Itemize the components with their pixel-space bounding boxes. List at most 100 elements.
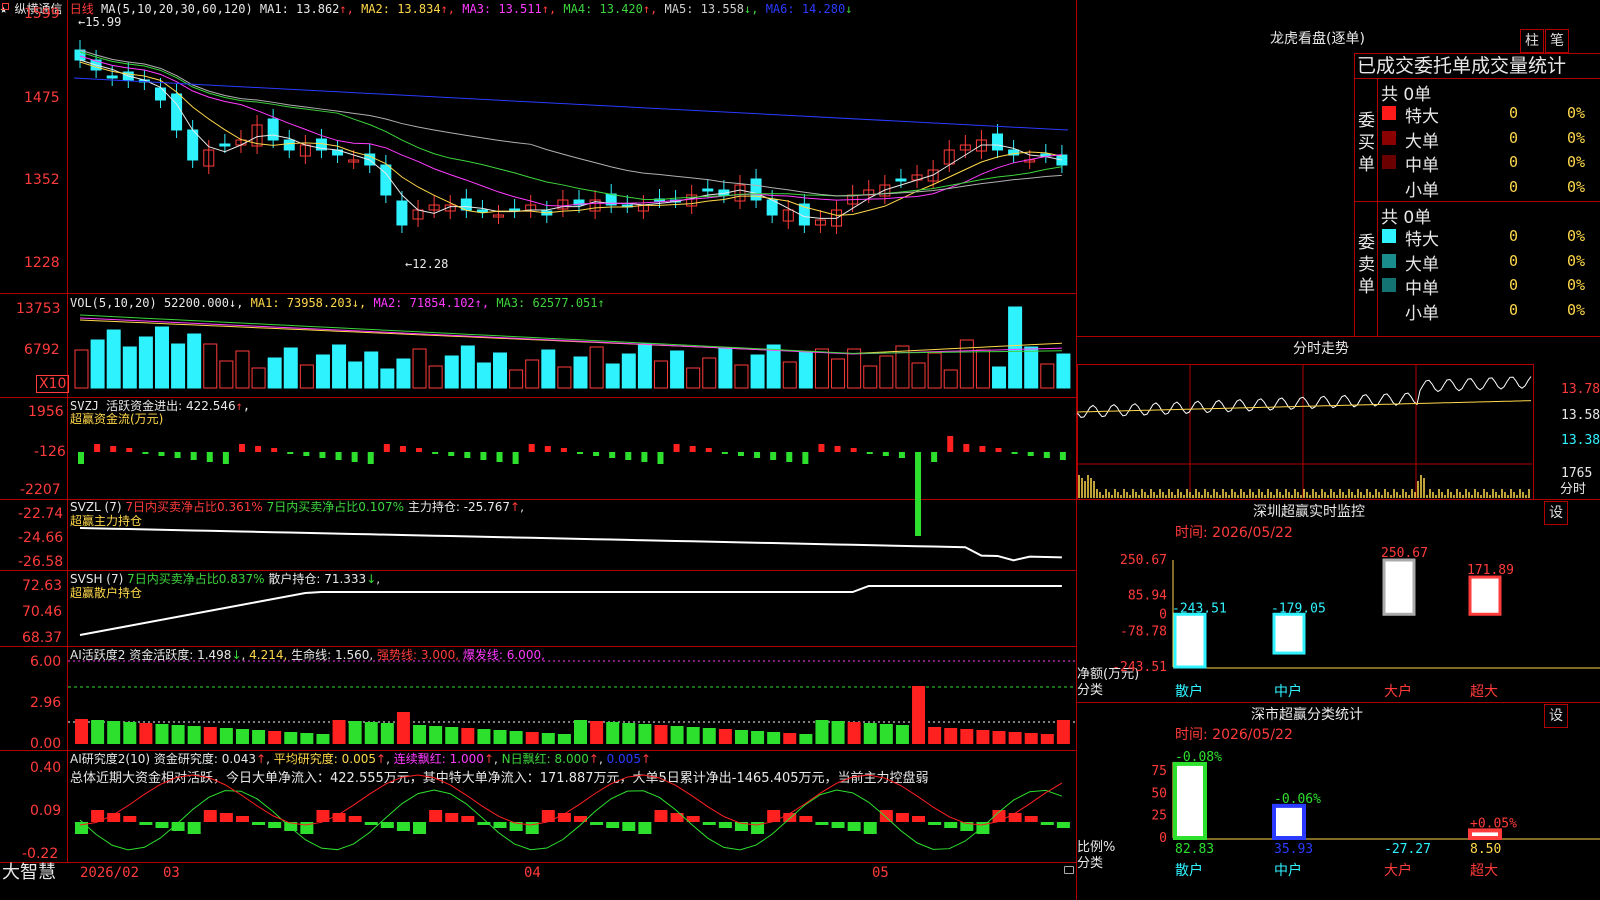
- price-axis-1352: 1352: [24, 172, 60, 188]
- research-bar: [718, 822, 732, 828]
- sz-monitor-value-label: -179.05: [1271, 601, 1326, 616]
- sz-class-bar: [1468, 828, 1502, 841]
- activity-bar: [171, 725, 185, 744]
- activity-bar: [944, 728, 958, 744]
- volume-bar: [1056, 353, 1071, 389]
- volume-bar: [782, 361, 797, 389]
- buy-color-swatch: [1382, 130, 1396, 145]
- fund-flow-bar: [1011, 452, 1018, 454]
- volume-bar: [106, 329, 121, 389]
- fund-flow-bar: [351, 452, 358, 462]
- activity-bar: [348, 721, 362, 744]
- research-bar: [493, 822, 507, 828]
- fund-flow-bar: [818, 444, 825, 452]
- fund-flow-bar: [432, 452, 439, 454]
- sz-monitor-bar: [1173, 612, 1207, 669]
- research-bar: [622, 822, 636, 831]
- ma1-line: [79, 59, 1063, 219]
- research-bar: [590, 822, 604, 825]
- candle-body: [895, 178, 907, 182]
- sell-pct: 0%: [1567, 251, 1586, 270]
- longhu-tabs[interactable]: 已成交委托单成交量统计: [1357, 54, 1566, 78]
- svzj-axis-bot: -2207: [20, 482, 61, 498]
- volume-bar: [847, 348, 862, 389]
- bar-view-button[interactable]: 柱: [1520, 29, 1544, 53]
- research-bar: [139, 822, 153, 825]
- sz-class-settings-button[interactable]: 设: [1544, 704, 1568, 728]
- sz-monitor-settings-button[interactable]: 设: [1544, 501, 1568, 525]
- activity-bar: [992, 731, 1006, 744]
- activity-bar: [187, 726, 201, 744]
- buy-pct: 0%: [1567, 104, 1586, 122]
- activity-bar: [509, 731, 523, 744]
- volume-bar: [476, 362, 491, 389]
- fund-flow-bar: [979, 446, 986, 452]
- right-panels: 龙虎看盘(逐单) 柱 笔 已成交委托单成交量统计 委买单 委卖单 共 0单 共 …: [1077, 0, 1600, 900]
- volume-bar: [766, 344, 781, 389]
- sz-class-change-label: -0.08%: [1175, 750, 1222, 765]
- brand-label[interactable]: 大智慧: [2, 863, 56, 883]
- sell-color-swatch: [1382, 253, 1396, 268]
- kline-chart-svg[interactable]: [68, 0, 1076, 900]
- sell-name: 特大: [1405, 230, 1439, 250]
- sz-class-value-label: 35.93: [1274, 842, 1313, 857]
- price-axis-1599: 1599: [24, 6, 60, 22]
- research-bar: [1040, 822, 1054, 825]
- activity-bar: [364, 722, 378, 744]
- sell-color-swatch: [1382, 229, 1396, 243]
- volume-axis-top: 13753: [16, 301, 61, 317]
- main-position-line: [79, 527, 1062, 562]
- volume-bar: [718, 347, 733, 389]
- svsh-axis-mid: 70.46: [22, 604, 63, 620]
- volume-bar: [412, 348, 427, 389]
- activity-bar: [203, 727, 217, 744]
- volume-bar: [637, 343, 652, 389]
- activity-bar: [396, 712, 410, 744]
- fund-flow-bar: [158, 452, 165, 456]
- volume-bar: [154, 326, 169, 389]
- fenshi-unit: 分时: [1560, 482, 1587, 497]
- fund-flow-bar: [383, 444, 390, 452]
- buy-name: 特大: [1405, 107, 1439, 127]
- activity-bar: [139, 723, 153, 744]
- fund-flow-bar: [947, 436, 954, 452]
- intraday-chart-svg[interactable]: [1077, 364, 1533, 499]
- research-bar: [831, 822, 845, 828]
- candle-body: [154, 87, 166, 101]
- volume-bar: [943, 369, 958, 389]
- ai-research-axis-bot: -0.22: [22, 846, 59, 862]
- fund-flow-bar: [834, 446, 841, 452]
- fund-flow-bar: [174, 452, 181, 458]
- activity-bar: [751, 731, 765, 744]
- activity-bar: [75, 719, 88, 744]
- volume-bar: [428, 365, 443, 389]
- lock-icon[interactable]: [1064, 866, 1074, 874]
- fund-flow-bar: [898, 452, 905, 458]
- sz-monitor-bar: [1382, 558, 1416, 616]
- research-bar: [638, 822, 652, 834]
- activity-bar: [799, 734, 813, 744]
- tick-view-button[interactable]: 笔: [1545, 29, 1569, 53]
- research-bar: [654, 810, 668, 822]
- price-axis-1475: 1475: [24, 90, 60, 106]
- ai-active-axis-top: 6.00: [30, 654, 62, 670]
- fund-flow-bar: [850, 448, 857, 452]
- fund-flow-bar: [206, 452, 213, 462]
- svsh-axis-top: 72.63: [22, 578, 63, 594]
- sz-class-axis-label: 25: [1151, 809, 1167, 824]
- fund-flow-bar: [1027, 452, 1034, 456]
- fund-flow-bar: [786, 452, 793, 462]
- activity-bar: [654, 725, 668, 744]
- sz-class-change-label: +0.05%: [1470, 816, 1517, 831]
- date-label-may: 05: [872, 865, 889, 881]
- fund-flow-bar: [705, 448, 712, 452]
- activity-bar: [445, 727, 459, 744]
- main-chart-area[interactable]: ★ 纵横通信 日线 MA(5,10,20,30,60,120) MA1: 13.…: [0, 0, 1077, 900]
- sell-count: 0: [1509, 276, 1519, 294]
- sz-monitor-axis-label: -78.78: [1120, 624, 1167, 639]
- activity-bar: [429, 726, 443, 744]
- research-bar: [380, 822, 394, 828]
- volume-bar: [235, 350, 250, 389]
- volume-bar: [863, 365, 878, 389]
- candle-body: [992, 133, 1004, 151]
